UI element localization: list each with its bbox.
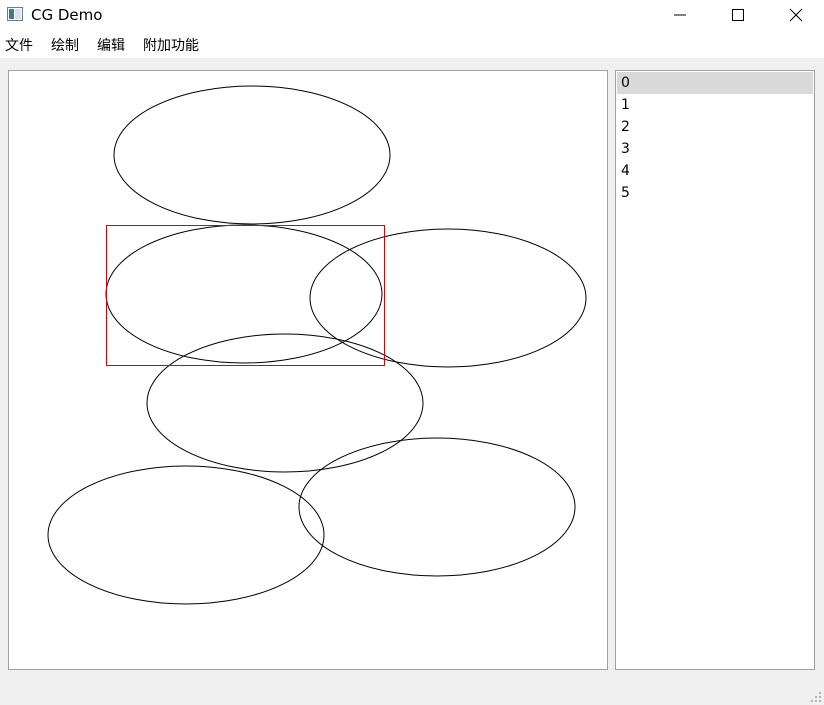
list-item-1[interactable]: 1 [617, 94, 813, 116]
minimize-icon [674, 14, 686, 16]
menu-bar: 文件 绘制 编辑 附加功能 [0, 32, 824, 58]
size-grip-icon[interactable] [810, 691, 822, 703]
title-bar[interactable]: CG Demo [0, 0, 824, 32]
list-item-3[interactable]: 3 [617, 138, 813, 160]
selection-box[interactable] [106, 225, 385, 366]
maximize-icon [732, 9, 744, 21]
menu-edit[interactable]: 编辑 [96, 37, 126, 55]
item-list-panel[interactable]: 0 1 2 3 4 5 [615, 70, 815, 670]
ellipse-1[interactable] [113, 85, 391, 225]
menu-draw[interactable]: 绘制 [50, 37, 80, 55]
list-item-0[interactable]: 0 [617, 72, 813, 94]
close-icon [789, 8, 803, 22]
list-item-4[interactable]: 4 [617, 160, 813, 182]
list-item-2[interactable]: 2 [617, 116, 813, 138]
minimize-button[interactable] [652, 0, 708, 30]
ellipse-4[interactable] [47, 465, 325, 605]
menu-file[interactable]: 文件 [4, 37, 34, 55]
ellipse-5[interactable] [298, 437, 576, 577]
canvas-drawing-surface[interactable] [9, 71, 607, 669]
list-item-5[interactable]: 5 [617, 182, 813, 204]
menu-extras[interactable]: 附加功能 [142, 37, 200, 55]
window-title: CG Demo [31, 6, 103, 24]
ellipse-0[interactable] [105, 224, 383, 364]
ellipse-3[interactable] [146, 333, 424, 473]
drawing-canvas[interactable] [8, 70, 608, 670]
close-button[interactable] [768, 0, 824, 30]
maximize-button[interactable] [710, 0, 766, 30]
ellipse-2[interactable] [309, 228, 587, 368]
app-window-icon [7, 7, 23, 21]
